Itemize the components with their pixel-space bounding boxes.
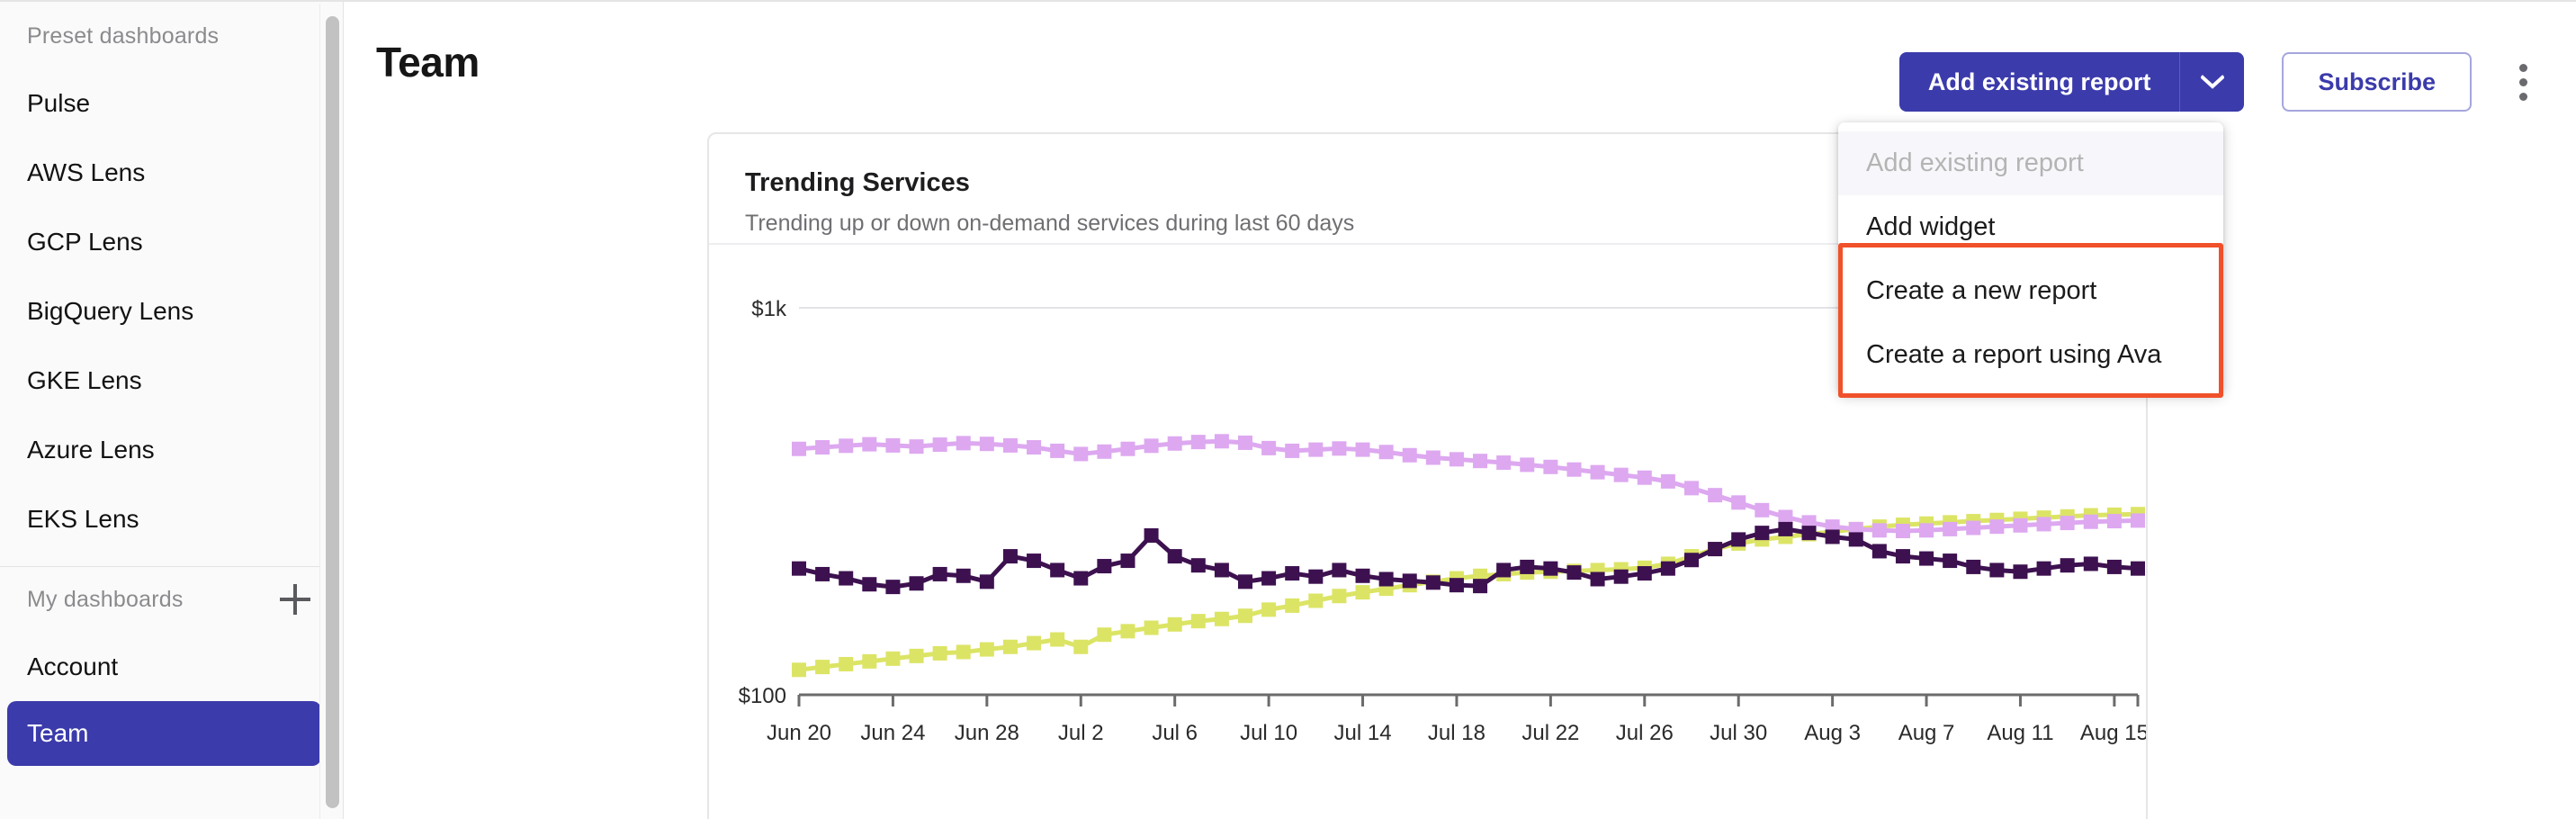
sidebar-preset-label: Preset dashboards bbox=[27, 22, 220, 49]
sidebar-item-label: Account bbox=[27, 652, 119, 680]
add-existing-report-button[interactable]: Add existing report bbox=[1898, 52, 2180, 112]
sidebar-item-label: Team bbox=[27, 719, 89, 747]
sidebar-item-account[interactable]: Account bbox=[0, 632, 343, 701]
sidebar-item-label: Azure Lens bbox=[27, 435, 155, 464]
svg-text:Jul 18: Jul 18 bbox=[1428, 721, 1485, 745]
svg-text:Jul 22: Jul 22 bbox=[1521, 721, 1579, 745]
sidebar-item-bigquery-lens[interactable]: BigQuery Lens bbox=[0, 276, 343, 346]
page-header: Team Add existing report Subscribe bbox=[376, 2, 2544, 112]
sidebar-item-label: BigQuery Lens bbox=[27, 296, 194, 325]
sidebar-my-section: My dashboards Account Team bbox=[0, 567, 343, 766]
sidebar-item-gcp-lens[interactable]: GCP Lens bbox=[0, 207, 343, 276]
page-title: Team bbox=[376, 39, 480, 86]
sidebar-item-azure-lens[interactable]: Azure Lens bbox=[0, 415, 343, 484]
add-existing-report-dropdown-toggle[interactable] bbox=[2179, 52, 2245, 112]
menu-item-add-widget[interactable]: Add widget bbox=[1838, 195, 2223, 259]
chevron-down-icon bbox=[2200, 75, 2224, 89]
sidebar-item-team[interactable]: Team bbox=[7, 701, 321, 766]
sidebar-item-label: AWS Lens bbox=[27, 158, 146, 186]
svg-text:Jul 10: Jul 10 bbox=[1240, 721, 1297, 745]
svg-text:Jul 2: Jul 2 bbox=[1058, 721, 1104, 745]
sidebar-item-eks-lens[interactable]: EKS Lens bbox=[0, 484, 343, 554]
sidebar-item-label: Pulse bbox=[27, 88, 91, 117]
sidebar-preset-section: Preset dashboards Pulse AWS Lens GCP Len… bbox=[0, 4, 343, 554]
sidebar-item-pulse[interactable]: Pulse bbox=[0, 68, 343, 138]
svg-text:Jul 6: Jul 6 bbox=[1152, 721, 1198, 745]
sidebar: Preset dashboards Pulse AWS Lens GCP Len… bbox=[0, 0, 344, 819]
svg-text:Aug 7: Aug 7 bbox=[1898, 721, 1955, 745]
menu-item-add-existing-report: Add existing report bbox=[1838, 131, 2223, 195]
sidebar-preset-header: Preset dashboards bbox=[0, 4, 343, 68]
kebab-dot bbox=[2518, 92, 2527, 101]
add-existing-report-split-button: Add existing report bbox=[1898, 52, 2245, 112]
svg-text:Jun 24: Jun 24 bbox=[860, 721, 925, 745]
svg-text:Jun 20: Jun 20 bbox=[767, 721, 831, 745]
plus-icon[interactable] bbox=[280, 584, 310, 615]
kebab-dot bbox=[2518, 77, 2527, 86]
main-content: Team Add existing report Subscribe Trend… bbox=[344, 0, 2576, 819]
svg-text:$1k: $1k bbox=[751, 297, 787, 321]
menu-item-create-a-report-using-ava[interactable]: Create a report using Ava bbox=[1838, 323, 2223, 387]
svg-text:Jul 14: Jul 14 bbox=[1334, 721, 1392, 745]
svg-text:Aug 15: Aug 15 bbox=[2080, 721, 2146, 745]
svg-text:Aug 3: Aug 3 bbox=[1804, 721, 1861, 745]
svg-text:Jul 26: Jul 26 bbox=[1616, 721, 1674, 745]
sidebar-my-label: My dashboards bbox=[27, 586, 184, 612]
sidebar-item-aws-lens[interactable]: AWS Lens bbox=[0, 138, 343, 207]
add-report-dropdown-menu: Add existing report Add widget Create a … bbox=[1838, 122, 2223, 398]
sidebar-my-header: My dashboards bbox=[0, 567, 343, 632]
header-actions: Add existing report Subscribe bbox=[1898, 38, 2544, 112]
kebab-menu-icon[interactable] bbox=[2502, 52, 2544, 112]
svg-text:Aug 11: Aug 11 bbox=[1987, 721, 2053, 745]
subscribe-button[interactable]: Subscribe bbox=[2282, 52, 2472, 112]
kebab-dot bbox=[2518, 63, 2527, 72]
menu-item-create-a-new-report[interactable]: Create a new report bbox=[1838, 259, 2223, 323]
sidebar-scrollbar[interactable] bbox=[319, 4, 343, 819]
sidebar-item-label: GCP Lens bbox=[27, 227, 143, 256]
svg-text:Jul 30: Jul 30 bbox=[1710, 721, 1767, 745]
sidebar-item-label: EKS Lens bbox=[27, 504, 139, 533]
sidebar-item-label: GKE Lens bbox=[27, 365, 142, 394]
svg-text:$100: $100 bbox=[739, 684, 786, 708]
app-root: Preset dashboards Pulse AWS Lens GCP Len… bbox=[0, 0, 2576, 819]
svg-text:Jun 28: Jun 28 bbox=[955, 721, 1019, 745]
sidebar-item-gke-lens[interactable]: GKE Lens bbox=[0, 346, 343, 415]
sidebar-scrollbar-thumb[interactable] bbox=[326, 16, 339, 808]
